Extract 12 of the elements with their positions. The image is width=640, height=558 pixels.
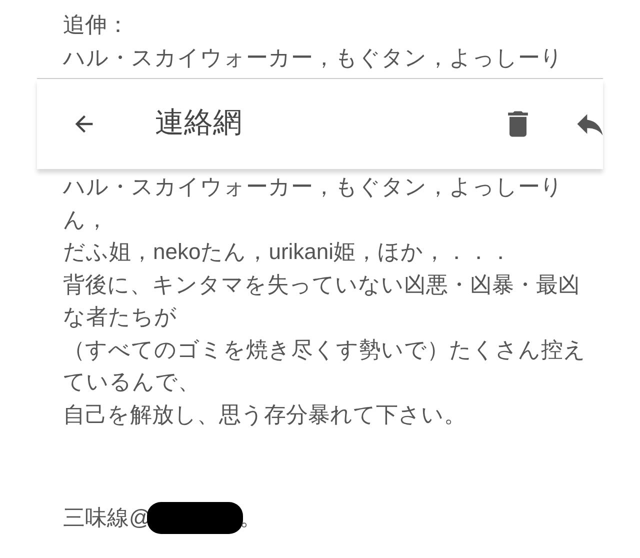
text-line: ん， [63, 206, 108, 234]
text-line: ているんで、 [63, 368, 200, 396]
text-line: ハル・スカイウォーカー，もぐタン，よっしーり [63, 173, 563, 201]
toolbar-title: 連絡網 [155, 106, 242, 142]
text-line: 背後に、キンタマを失っていない凶悪・凶暴・最凶 [63, 270, 580, 298]
signature-text: 。 [239, 504, 262, 532]
text-line: 自己を解放し、思う存分暴れて下さい。 [63, 400, 466, 428]
text-line: な者たちが [63, 303, 177, 331]
text-line: （すべてのゴミを焼き尽くす勢いで）たくさん控え [63, 336, 586, 364]
text-line: 追伸： [63, 11, 130, 39]
text-line: ハル・スカイウォーカー，もぐタン，よっしーり [63, 44, 564, 72]
text-line: だふ姐，nekoたん，urikani姫，ほか，．．． [63, 238, 512, 266]
